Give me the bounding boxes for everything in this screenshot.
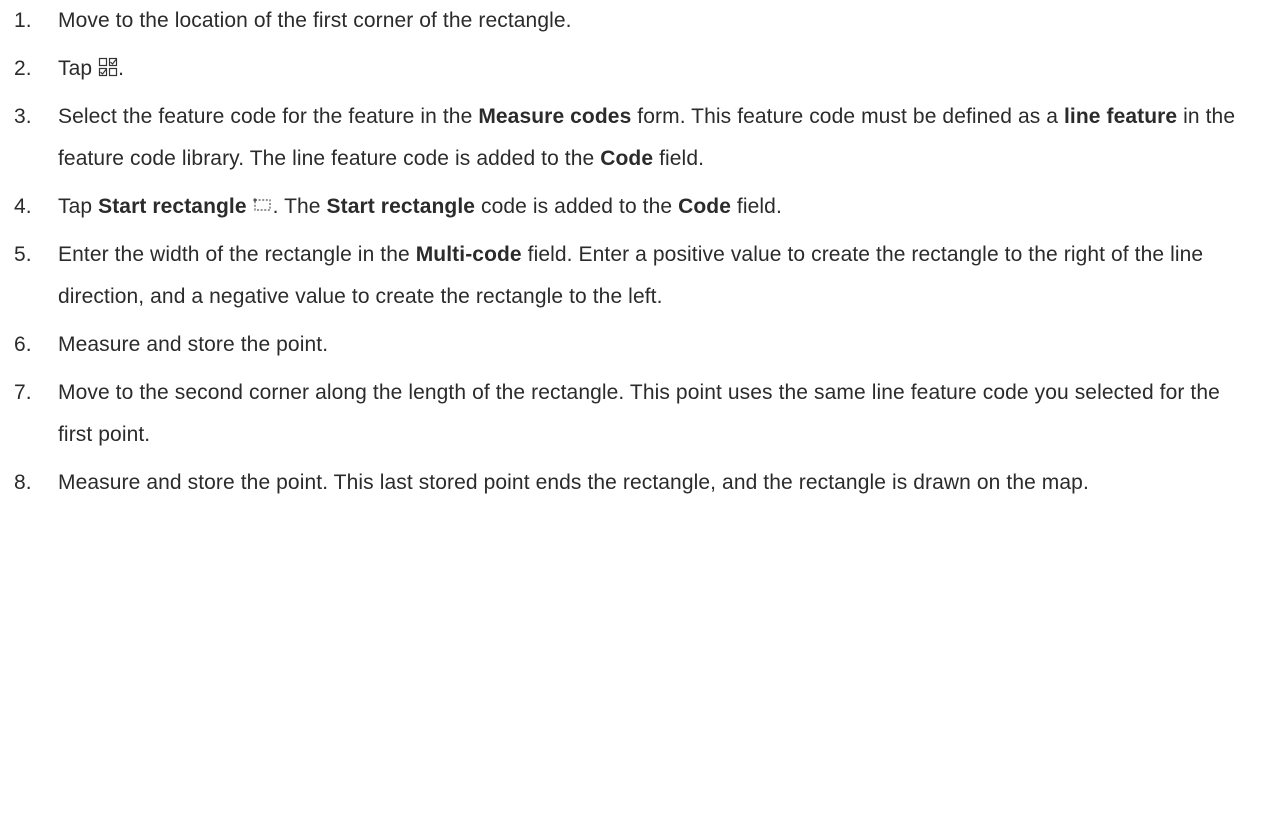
ui-term: Code — [600, 147, 654, 170]
ui-term: Measure codes — [478, 105, 632, 128]
step-text: Enter the width of the rectangle in the … — [58, 243, 1203, 308]
text-segment: field. — [731, 195, 782, 218]
text-segment: . — [118, 57, 125, 80]
ui-term: Start rectangle — [326, 195, 476, 218]
step-number: 2. — [14, 57, 32, 80]
list-item: 4. Tap Start rectangle . The Start rectan… — [14, 186, 1254, 228]
text-segment: Tap — [58, 57, 99, 80]
text-segment: . The — [272, 195, 327, 218]
list-item: 2. Tap . — [14, 48, 1254, 90]
step-number: 6. — [14, 333, 32, 356]
list-item: 7. Move to the second corner along the le… — [14, 372, 1254, 456]
text-segment: field. — [653, 147, 705, 170]
text-segment: Enter the width of the rectangle in the — [58, 243, 416, 266]
step-number: 1. — [14, 9, 32, 32]
step-number: 4. — [14, 195, 32, 218]
step-text: Move to the location of the first corner… — [58, 9, 572, 32]
text-segment: code is added to the — [475, 195, 679, 218]
step-text: Tap Start rectangle . The Start rectangl… — [58, 195, 782, 218]
instruction-document: 1. Move to the location of the first corn… — [0, 0, 1254, 510]
text-segment: Measure and store the point. This last s… — [58, 471, 1089, 494]
list-item: 3. Select the feature code for the featur… — [14, 96, 1254, 180]
ui-term: Multi-code — [415, 243, 522, 266]
step-text: Measure and store the point. — [58, 333, 328, 356]
list-item: 6. Measure and store the point. — [14, 324, 1254, 366]
step-text: Measure and store the point. This last s… — [58, 471, 1089, 494]
text-segment: Measure and store the point. — [58, 333, 329, 356]
ui-term: line feature — [1063, 105, 1178, 128]
steps-list: 1. Move to the location of the first corn… — [14, 0, 1254, 504]
text-segment: form. This feature code must be defined … — [631, 105, 1064, 128]
step-text: Tap . — [58, 57, 124, 80]
list-item: 5. Enter the width of the rectangle in th… — [14, 234, 1254, 318]
text-segment: Select the feature code for the feature … — [58, 105, 479, 128]
step-number: 8. — [14, 471, 32, 494]
list-item: 8. Measure and store the point. This last… — [14, 462, 1254, 504]
step-number: 7. — [14, 381, 32, 404]
text-segment: Move to the location of the first corner… — [58, 9, 572, 32]
ui-term: Code — [678, 195, 731, 218]
step-text: Move to the second corner along the leng… — [58, 381, 1220, 446]
ui-term: Start rectangle — [98, 195, 247, 218]
start-rectangle-icon — [252, 198, 273, 212]
text-segment: Tap — [58, 195, 99, 218]
list-item: 1. Move to the location of the first corn… — [14, 0, 1254, 42]
step-number: 5. — [14, 243, 32, 266]
step-number: 3. — [14, 105, 32, 128]
measure-codes-icon — [98, 57, 118, 77]
text-segment: Move to the second corner along the leng… — [58, 381, 1220, 446]
step-text: Select the feature code for the feature … — [58, 105, 1235, 170]
